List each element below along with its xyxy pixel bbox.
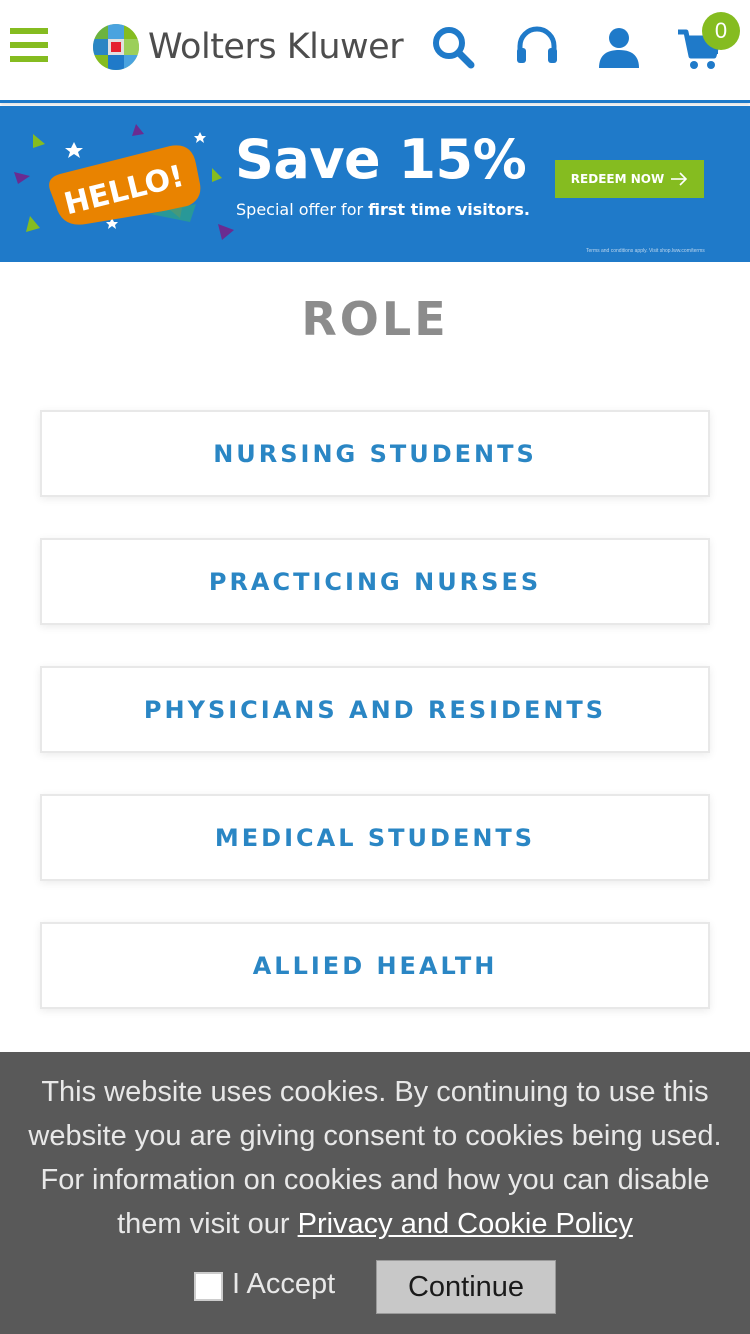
cart-count-badge: 0: [702, 12, 740, 50]
role-physicians-residents-button[interactable]: PHYSICIANS AND RESIDENTS: [40, 666, 710, 753]
accept-checkbox[interactable]: [194, 1272, 223, 1301]
headset-icon[interactable]: [514, 24, 560, 70]
arrow-right-icon: [671, 172, 688, 186]
promo-subtitle-prefix: Special offer for: [236, 200, 369, 219]
redeem-now-label: REDEEM NOW: [570, 172, 665, 186]
privacy-policy-link[interactable]: Privacy and Cookie Policy: [298, 1208, 633, 1240]
accept-label[interactable]: I Accept: [232, 1268, 335, 1301]
promo-subtitle-bold: first time visitors.: [368, 200, 530, 219]
promo-title: Save 15%: [235, 128, 527, 191]
menu-icon[interactable]: [10, 28, 48, 68]
promo-fine-print: Terms and conditions apply. Visit shop.l…: [586, 248, 705, 254]
user-icon[interactable]: [596, 24, 642, 70]
promo-subtitle: Special offer for first time visitors.: [236, 200, 530, 219]
redeem-now-button[interactable]: REDEEM NOW: [555, 160, 704, 198]
role-medical-students-button[interactable]: MEDICAL STUDENTS: [40, 794, 710, 881]
continue-button[interactable]: Continue: [376, 1260, 556, 1314]
logo-mark-icon: [93, 24, 139, 70]
role-nursing-students-button[interactable]: NURSING STUDENTS: [40, 410, 710, 497]
cookie-message: This website uses cookies. By continuing…: [10, 1070, 740, 1246]
logo-text: Wolters Kluwer: [148, 27, 404, 67]
search-icon[interactable]: [430, 24, 476, 70]
role-allied-health-button[interactable]: ALLIED HEALTH: [40, 922, 710, 1009]
brand-logo[interactable]: Wolters Kluwer: [92, 22, 404, 72]
site-header: Wolters Kluwer 0: [0, 0, 750, 103]
role-heading: ROLE: [301, 292, 449, 346]
role-practicing-nurses-button[interactable]: PRACTICING NURSES: [40, 538, 710, 625]
hello-bubble-icon: HELLO!: [14, 124, 234, 240]
